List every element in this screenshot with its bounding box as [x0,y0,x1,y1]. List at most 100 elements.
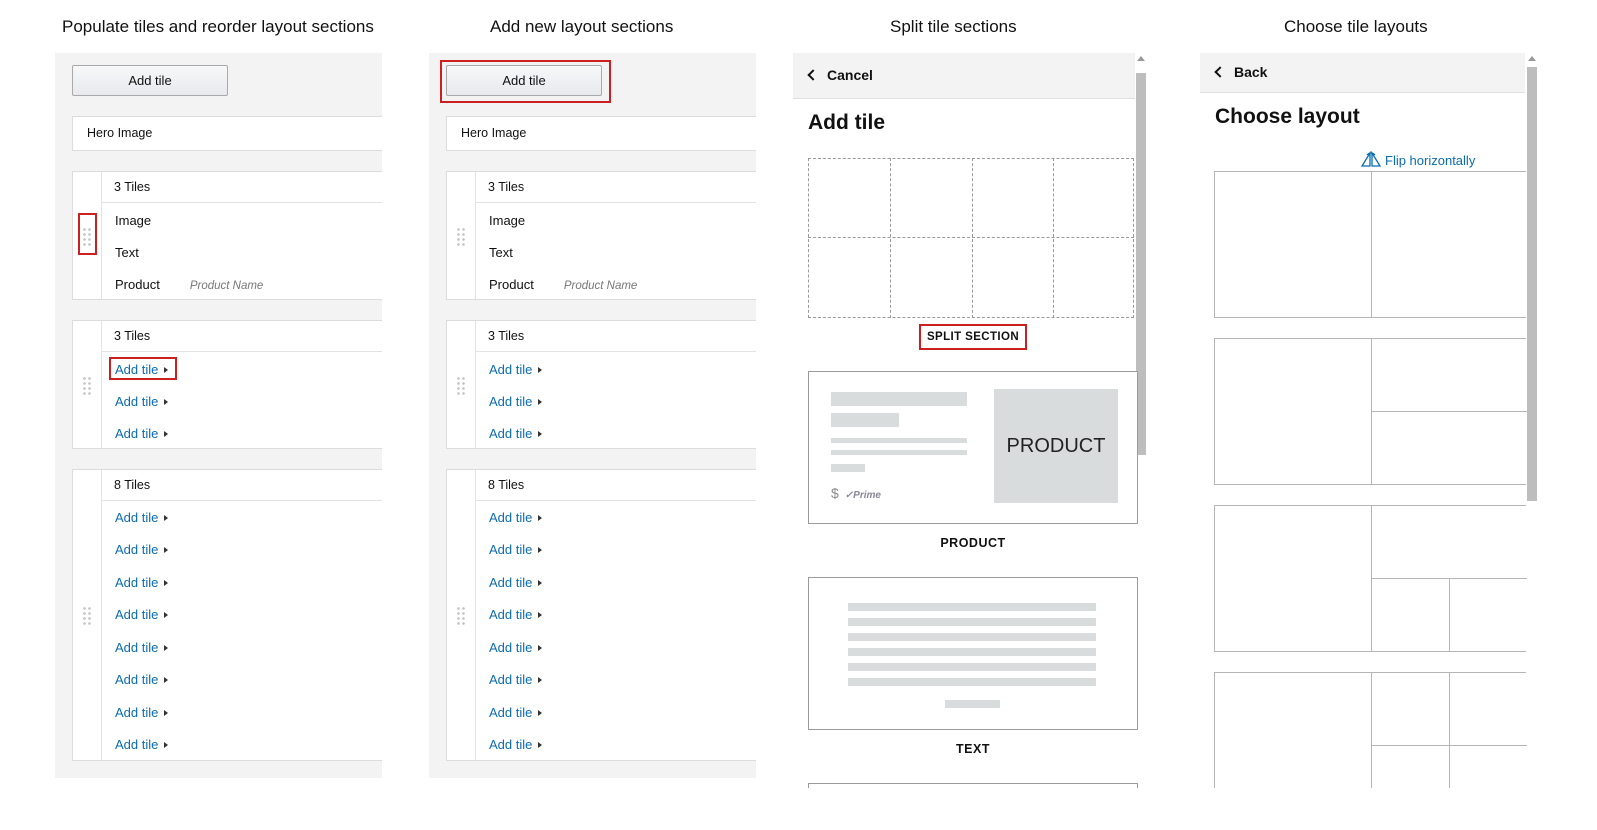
drag-handle[interactable] [73,321,102,448]
add-tile-link[interactable]: Add tile [489,362,543,377]
choose-layout-panel: Back Choose layout Flip horizontally [1200,53,1540,788]
add-tile-link[interactable]: Add tile [115,542,169,557]
caret-right-icon [538,580,543,586]
layout-section-3-tiles-empty: 3 Tiles Add tile Add tile Add tile [446,320,756,449]
add-tile-panel: Cancel Add tile SPLIT SECTION $ ✓Prime PR… [793,53,1148,788]
caret-right-icon [164,547,169,553]
builder-panel-2: Add tile Hero Image 3 Tiles Image Text P… [429,53,756,778]
add-tile-link[interactable]: Add tile [489,737,543,752]
drag-handle[interactable] [447,172,476,299]
add-tile-link[interactable]: Add tile [489,607,543,622]
layout-section-3-tiles: 3 Tiles Image Text Product Product Name [72,171,382,300]
heading-add-sections: Add new layout sections [490,17,674,36]
hero-image-section[interactable]: Hero Image [72,116,382,151]
drag-grip-icon[interactable] [82,606,92,626]
heading-populate-tiles: Populate tiles and reorder layout sectio… [62,17,374,36]
layout-option-one-plus-two[interactable] [1214,338,1527,485]
add-tile-link[interactable]: Add tile [115,426,169,441]
next-tile-option[interactable] [808,783,1138,788]
highlight-drag-handle [78,213,97,255]
layout-section-3-tiles: 3 Tiles Image Text Product Product Name [446,171,756,300]
tile-product[interactable]: Product Product Name [489,277,637,292]
layout-option-one-plus-three[interactable] [1214,505,1527,652]
add-tile-button[interactable]: Add tile [72,65,228,96]
add-tile-link[interactable]: Add tile [489,426,543,441]
layout-option-two-columns[interactable] [1214,171,1526,318]
scroll-up-icon[interactable] [1528,56,1536,61]
drag-grip-icon[interactable] [456,227,466,247]
product-label: PRODUCT [940,536,1006,550]
add-tile-link[interactable]: Add tile [115,737,169,752]
panel-title: Choose layout [1215,105,1360,128]
tile-text[interactable]: Text [489,245,513,260]
caret-right-icon [538,431,543,437]
builder-panel-1: Add tile Hero Image 3 Tiles Image Text P… [55,53,382,778]
tile-product[interactable]: Product Product Name [115,277,263,292]
caret-right-icon [538,399,543,405]
drag-grip-icon[interactable] [82,376,92,396]
add-tile-link[interactable]: Add tile [115,607,169,622]
caret-right-icon [164,515,169,521]
section-title: 3 Tiles [102,321,382,352]
chevron-left-icon [807,69,819,81]
add-tile-link[interactable]: Add tile [115,672,169,687]
add-tile-link[interactable]: Add tile [489,394,543,409]
section-title: 3 Tiles [476,172,756,203]
section-title: 3 Tiles [102,172,382,203]
add-tile-link[interactable]: Add tile [115,394,169,409]
cancel-button[interactable]: Cancel [807,67,873,83]
split-section-label[interactable]: SPLIT SECTION [919,324,1027,350]
add-tile-link[interactable]: Add tile [115,510,169,525]
caret-right-icon [164,677,169,683]
layout-section-8-tiles: 8 Tiles Add tile Add tile Add tile Add t… [446,469,756,761]
add-tile-link[interactable]: Add tile [115,640,169,655]
caret-right-icon [538,547,543,553]
layout-section-8-tiles: 8 Tiles Add tile Add tile Add tile Add t… [72,469,382,761]
caret-right-icon [164,645,169,651]
add-tile-link[interactable]: Add tile [489,640,543,655]
highlight-add-tile-link [109,357,177,380]
tile-image[interactable]: Image [115,213,151,228]
drag-grip-icon[interactable] [456,606,466,626]
drag-grip-icon[interactable] [456,376,466,396]
section-title: 8 Tiles [102,470,382,501]
caret-right-icon [164,580,169,586]
add-tile-link[interactable]: Add tile [115,705,169,720]
panel-title: Add tile [808,111,885,134]
hero-image-section[interactable]: Hero Image [446,116,756,151]
product-name-placeholder: Product Name [189,280,264,292]
tile-text[interactable]: Text [115,245,139,260]
text-tile-option[interactable] [808,577,1138,730]
drag-handle[interactable] [73,470,102,760]
text-label: TEXT [956,742,990,756]
caret-right-icon [538,367,543,373]
add-tile-link[interactable]: Add tile [489,542,543,557]
tile-image[interactable]: Image [489,213,525,228]
section-title: 8 Tiles [476,470,756,501]
highlight-add-tile-button [440,60,611,103]
heading-split-tiles: Split tile sections [890,17,1017,36]
add-tile-link[interactable]: Add tile [489,575,543,590]
layout-option-one-plus-five[interactable] [1214,672,1527,788]
flip-icon [1360,150,1382,167]
prime-badge: ✓Prime [844,490,881,501]
caret-right-icon [538,612,543,618]
caret-right-icon [164,431,169,437]
drag-handle[interactable] [447,470,476,760]
flip-horizontally-link[interactable]: Flip horizontally [1360,150,1475,169]
add-tile-link[interactable]: Add tile [115,575,169,590]
price-text: $ ✓Prime [831,485,881,501]
caret-right-icon [164,742,169,748]
drag-handle[interactable] [447,321,476,448]
back-button[interactable]: Back [1214,64,1267,80]
add-tile-link[interactable]: Add tile [489,705,543,720]
add-tile-link[interactable]: Add tile [489,672,543,687]
add-tile-link[interactable]: Add tile [489,510,543,525]
chevron-left-icon [1214,66,1226,78]
section-title: 3 Tiles [476,321,756,352]
product-tile-option[interactable]: $ ✓Prime PRODUCT [808,371,1138,524]
caret-right-icon [164,612,169,618]
scrollbar[interactable] [1527,67,1537,501]
split-section-option[interactable] [808,158,1134,318]
scroll-up-icon[interactable] [1137,56,1145,61]
